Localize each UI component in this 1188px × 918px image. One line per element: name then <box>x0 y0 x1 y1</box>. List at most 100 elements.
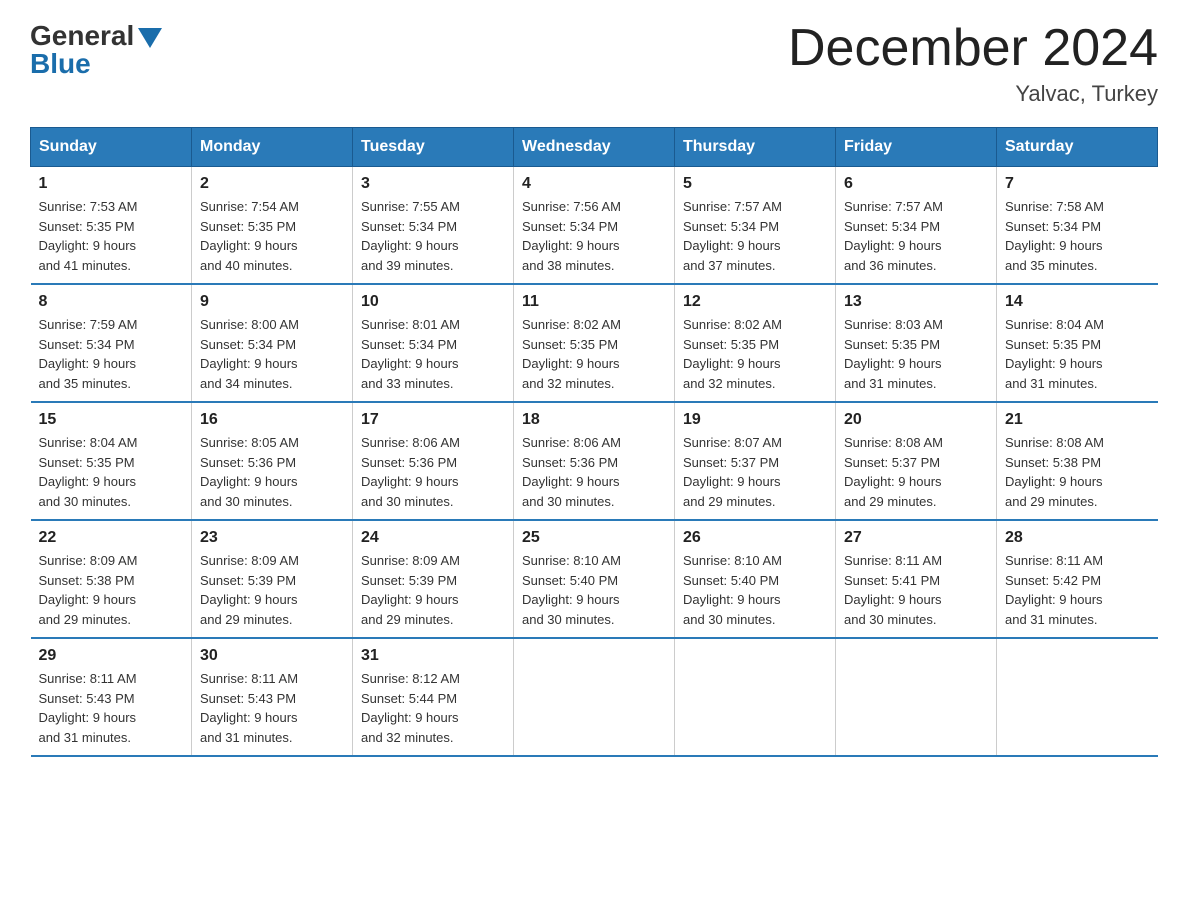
day-info: Sunrise: 8:09 AM Sunset: 5:39 PM Dayligh… <box>200 551 344 629</box>
day-number: 4 <box>522 175 666 193</box>
day-info: Sunrise: 8:11 AM Sunset: 5:43 PM Dayligh… <box>39 669 184 747</box>
day-info: Sunrise: 7:55 AM Sunset: 5:34 PM Dayligh… <box>361 197 505 275</box>
calendar-cell: 24 Sunrise: 8:09 AM Sunset: 5:39 PM Dayl… <box>353 520 514 638</box>
calendar-week-row: 15 Sunrise: 8:04 AM Sunset: 5:35 PM Dayl… <box>31 402 1158 520</box>
day-info: Sunrise: 7:59 AM Sunset: 5:34 PM Dayligh… <box>39 315 184 393</box>
calendar-cell <box>836 638 997 756</box>
calendar-cell: 15 Sunrise: 8:04 AM Sunset: 5:35 PM Dayl… <box>31 402 192 520</box>
calendar-cell: 28 Sunrise: 8:11 AM Sunset: 5:42 PM Dayl… <box>997 520 1158 638</box>
calendar-cell: 31 Sunrise: 8:12 AM Sunset: 5:44 PM Dayl… <box>353 638 514 756</box>
calendar-cell: 19 Sunrise: 8:07 AM Sunset: 5:37 PM Dayl… <box>675 402 836 520</box>
calendar-week-row: 8 Sunrise: 7:59 AM Sunset: 5:34 PM Dayli… <box>31 284 1158 402</box>
calendar-table: SundayMondayTuesdayWednesdayThursdayFrid… <box>30 127 1158 757</box>
calendar-cell: 13 Sunrise: 8:03 AM Sunset: 5:35 PM Dayl… <box>836 284 997 402</box>
day-number: 23 <box>200 529 344 547</box>
calendar-cell: 8 Sunrise: 7:59 AM Sunset: 5:34 PM Dayli… <box>31 284 192 402</box>
day-number: 22 <box>39 529 184 547</box>
day-number: 10 <box>361 293 505 311</box>
day-info: Sunrise: 7:53 AM Sunset: 5:35 PM Dayligh… <box>39 197 184 275</box>
day-info: Sunrise: 8:08 AM Sunset: 5:37 PM Dayligh… <box>844 433 988 511</box>
calendar-header-row: SundayMondayTuesdayWednesdayThursdayFrid… <box>31 128 1158 167</box>
day-number: 17 <box>361 411 505 429</box>
day-number: 28 <box>1005 529 1150 547</box>
calendar-cell: 18 Sunrise: 8:06 AM Sunset: 5:36 PM Dayl… <box>514 402 675 520</box>
logo-triangle-icon <box>138 28 162 48</box>
day-number: 20 <box>844 411 988 429</box>
day-number: 14 <box>1005 293 1150 311</box>
day-number: 11 <box>522 293 666 311</box>
calendar-cell: 30 Sunrise: 8:11 AM Sunset: 5:43 PM Dayl… <box>192 638 353 756</box>
calendar-cell: 4 Sunrise: 7:56 AM Sunset: 5:34 PM Dayli… <box>514 167 675 285</box>
day-info: Sunrise: 7:57 AM Sunset: 5:34 PM Dayligh… <box>844 197 988 275</box>
calendar-cell: 29 Sunrise: 8:11 AM Sunset: 5:43 PM Dayl… <box>31 638 192 756</box>
calendar-cell: 22 Sunrise: 8:09 AM Sunset: 5:38 PM Dayl… <box>31 520 192 638</box>
day-info: Sunrise: 8:02 AM Sunset: 5:35 PM Dayligh… <box>522 315 666 393</box>
calendar-cell: 6 Sunrise: 7:57 AM Sunset: 5:34 PM Dayli… <box>836 167 997 285</box>
calendar-cell: 9 Sunrise: 8:00 AM Sunset: 5:34 PM Dayli… <box>192 284 353 402</box>
day-number: 7 <box>1005 175 1150 193</box>
logo-blue-text: Blue <box>30 48 91 80</box>
calendar-cell: 16 Sunrise: 8:05 AM Sunset: 5:36 PM Dayl… <box>192 402 353 520</box>
day-number: 8 <box>39 293 184 311</box>
day-number: 21 <box>1005 411 1150 429</box>
calendar-cell: 11 Sunrise: 8:02 AM Sunset: 5:35 PM Dayl… <box>514 284 675 402</box>
calendar-week-row: 22 Sunrise: 8:09 AM Sunset: 5:38 PM Dayl… <box>31 520 1158 638</box>
day-number: 5 <box>683 175 827 193</box>
day-info: Sunrise: 8:10 AM Sunset: 5:40 PM Dayligh… <box>522 551 666 629</box>
day-info: Sunrise: 8:04 AM Sunset: 5:35 PM Dayligh… <box>39 433 184 511</box>
day-number: 13 <box>844 293 988 311</box>
day-info: Sunrise: 8:10 AM Sunset: 5:40 PM Dayligh… <box>683 551 827 629</box>
day-number: 16 <box>200 411 344 429</box>
calendar-cell: 10 Sunrise: 8:01 AM Sunset: 5:34 PM Dayl… <box>353 284 514 402</box>
day-info: Sunrise: 8:09 AM Sunset: 5:39 PM Dayligh… <box>361 551 505 629</box>
day-info: Sunrise: 7:58 AM Sunset: 5:34 PM Dayligh… <box>1005 197 1150 275</box>
column-header-tuesday: Tuesday <box>353 128 514 167</box>
column-header-friday: Friday <box>836 128 997 167</box>
page-header: General Blue December 2024 Yalvac, Turke… <box>30 20 1158 107</box>
location-title: Yalvac, Turkey <box>788 81 1158 107</box>
logo: General Blue <box>30 20 162 80</box>
day-info: Sunrise: 8:03 AM Sunset: 5:35 PM Dayligh… <box>844 315 988 393</box>
day-info: Sunrise: 8:04 AM Sunset: 5:35 PM Dayligh… <box>1005 315 1150 393</box>
day-number: 15 <box>39 411 184 429</box>
calendar-cell: 21 Sunrise: 8:08 AM Sunset: 5:38 PM Dayl… <box>997 402 1158 520</box>
day-info: Sunrise: 8:06 AM Sunset: 5:36 PM Dayligh… <box>361 433 505 511</box>
day-info: Sunrise: 7:57 AM Sunset: 5:34 PM Dayligh… <box>683 197 827 275</box>
calendar-cell: 25 Sunrise: 8:10 AM Sunset: 5:40 PM Dayl… <box>514 520 675 638</box>
column-header-thursday: Thursday <box>675 128 836 167</box>
month-title: December 2024 <box>788 20 1158 77</box>
calendar-cell: 3 Sunrise: 7:55 AM Sunset: 5:34 PM Dayli… <box>353 167 514 285</box>
day-number: 30 <box>200 647 344 665</box>
column-header-sunday: Sunday <box>31 128 192 167</box>
day-info: Sunrise: 8:11 AM Sunset: 5:42 PM Dayligh… <box>1005 551 1150 629</box>
day-info: Sunrise: 8:05 AM Sunset: 5:36 PM Dayligh… <box>200 433 344 511</box>
calendar-cell: 5 Sunrise: 7:57 AM Sunset: 5:34 PM Dayli… <box>675 167 836 285</box>
day-info: Sunrise: 8:08 AM Sunset: 5:38 PM Dayligh… <box>1005 433 1150 511</box>
day-number: 19 <box>683 411 827 429</box>
day-info: Sunrise: 8:07 AM Sunset: 5:37 PM Dayligh… <box>683 433 827 511</box>
day-info: Sunrise: 8:12 AM Sunset: 5:44 PM Dayligh… <box>361 669 505 747</box>
column-header-wednesday: Wednesday <box>514 128 675 167</box>
calendar-cell: 20 Sunrise: 8:08 AM Sunset: 5:37 PM Dayl… <box>836 402 997 520</box>
calendar-week-row: 1 Sunrise: 7:53 AM Sunset: 5:35 PM Dayli… <box>31 167 1158 285</box>
day-number: 3 <box>361 175 505 193</box>
calendar-cell: 23 Sunrise: 8:09 AM Sunset: 5:39 PM Dayl… <box>192 520 353 638</box>
day-number: 1 <box>39 175 184 193</box>
day-number: 25 <box>522 529 666 547</box>
calendar-cell: 17 Sunrise: 8:06 AM Sunset: 5:36 PM Dayl… <box>353 402 514 520</box>
day-info: Sunrise: 8:02 AM Sunset: 5:35 PM Dayligh… <box>683 315 827 393</box>
calendar-cell: 2 Sunrise: 7:54 AM Sunset: 5:35 PM Dayli… <box>192 167 353 285</box>
day-info: Sunrise: 8:00 AM Sunset: 5:34 PM Dayligh… <box>200 315 344 393</box>
calendar-cell: 1 Sunrise: 7:53 AM Sunset: 5:35 PM Dayli… <box>31 167 192 285</box>
day-info: Sunrise: 8:01 AM Sunset: 5:34 PM Dayligh… <box>361 315 505 393</box>
calendar-cell: 26 Sunrise: 8:10 AM Sunset: 5:40 PM Dayl… <box>675 520 836 638</box>
day-number: 18 <box>522 411 666 429</box>
calendar-cell <box>514 638 675 756</box>
calendar-cell: 7 Sunrise: 7:58 AM Sunset: 5:34 PM Dayli… <box>997 167 1158 285</box>
day-info: Sunrise: 8:09 AM Sunset: 5:38 PM Dayligh… <box>39 551 184 629</box>
calendar-cell <box>675 638 836 756</box>
day-info: Sunrise: 8:11 AM Sunset: 5:41 PM Dayligh… <box>844 551 988 629</box>
day-info: Sunrise: 7:56 AM Sunset: 5:34 PM Dayligh… <box>522 197 666 275</box>
day-number: 12 <box>683 293 827 311</box>
title-section: December 2024 Yalvac, Turkey <box>788 20 1158 107</box>
